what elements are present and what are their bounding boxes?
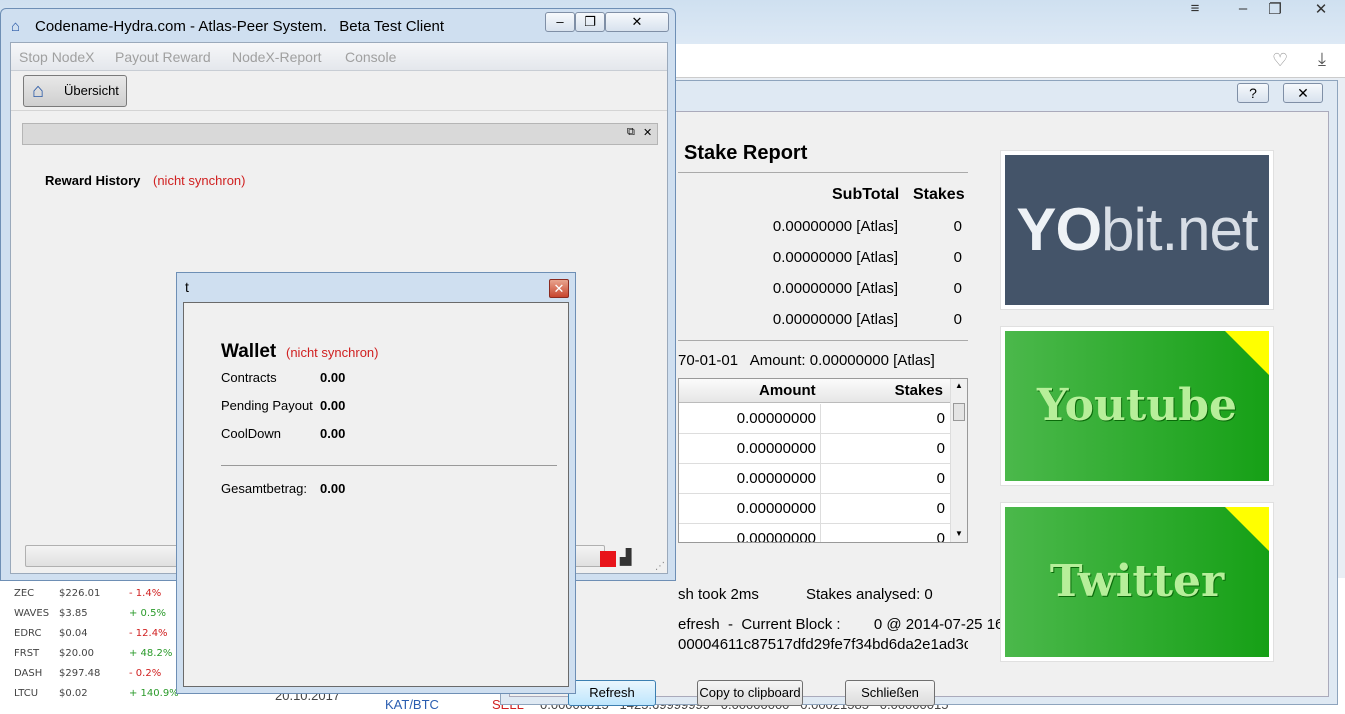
scroll-up-icon[interactable]: ▲: [955, 381, 963, 390]
stake-grid[interactable]: Amount Stakes 0.00000000 0 0.00000000 0 0.…: [678, 378, 968, 543]
ticker-row: FRST $20.00 + 48.2%: [14, 648, 173, 659]
window-title: Codename-Hydra.com - Atlas-Peer System. …: [35, 18, 445, 35]
ticker-row: EDRC $0.04- 12.4%: [14, 628, 168, 639]
maximize-button[interactable]: ❐: [575, 12, 605, 32]
twitter-ad-banner[interactable]: Twitter: [1000, 502, 1274, 662]
download-icon[interactable]: ⤓: [1318, 49, 1326, 70]
dock-close-icon[interactable]: ✕: [643, 126, 652, 139]
pending-payout-value: 0.00: [320, 398, 346, 413]
summary-row: 0.00000000 [Atlas] 0: [772, 249, 962, 266]
grid-scrollbar[interactable]: ▲ ▼: [950, 379, 967, 542]
uebersicht-label: Übersicht: [64, 83, 119, 98]
browser-menu-icon[interactable]: ≡: [1180, 0, 1210, 20]
divider: [678, 340, 968, 341]
toolbar: ⌂ Übersicht: [11, 71, 667, 111]
ticker-row: DASH $297.48- 0.2%: [14, 668, 162, 679]
block-hash: 00004611c87517dfd29fe7f34bd6da2e1ad3d305…: [678, 636, 968, 653]
summary-row: 0.00000000 [Atlas] 0: [772, 280, 962, 297]
minimize-button[interactable]: –: [545, 12, 575, 32]
contracts-label: Contracts: [221, 370, 277, 385]
home-icon: ⌂: [32, 80, 45, 102]
divider: [221, 465, 557, 466]
ticker-row: WAVES $3.85 + 0.5%: [14, 608, 166, 619]
menu-console[interactable]: Console: [345, 49, 396, 65]
amount-column-header[interactable]: Amount: [759, 382, 816, 399]
browser-address-bar[interactable]: [676, 44, 1345, 78]
cooldown-value: 0.00: [320, 426, 346, 441]
ticker-row: LTCU $0.02 + 140.9%: [14, 688, 179, 699]
trade-pair-link[interactable]: KAT/BTC: [385, 697, 439, 712]
subtotal-header: SubTotal: [832, 186, 900, 203]
status-indicator: [600, 551, 616, 567]
menu-nodex-report[interactable]: NodeX-Report: [232, 49, 322, 65]
grid-row[interactable]: 0.00000000 0: [679, 434, 951, 464]
reward-history-label: Reward History: [45, 173, 141, 188]
refresh-button[interactable]: Refresh: [568, 680, 656, 706]
stake-info-line: 70-01-01 Amount: 0.00000000 [Atlas]: [678, 352, 935, 369]
contracts-value: 0.00: [320, 370, 346, 385]
home-app-icon: ⌂: [11, 18, 21, 35]
yobit-ad-banner[interactable]: YObit.net: [1000, 150, 1274, 310]
yellow-corner-icon: [1225, 331, 1269, 375]
menu-stop-nodex[interactable]: Stop NodeX: [19, 49, 95, 65]
resize-grip-icon[interactable]: ⋰: [655, 561, 665, 572]
dock-restore-icon[interactable]: ⧉: [627, 126, 635, 139]
uebersicht-button[interactable]: ⌂ Übersicht: [23, 75, 127, 107]
scroll-down-icon[interactable]: ▼: [955, 529, 963, 538]
wallet-window: t ✕ Wallet (nicht synchron) Contracts 0.…: [176, 272, 576, 694]
cooldown-label: CoolDown: [221, 426, 281, 441]
help-button[interactable]: ?: [1237, 83, 1269, 103]
grid-row[interactable]: 0.00000000 0: [679, 494, 951, 524]
heart-icon[interactable]: ♡: [1272, 50, 1288, 71]
close-button[interactable]: ✕: [605, 12, 669, 32]
scroll-thumb[interactable]: [953, 403, 965, 421]
summary-row: 0.00000000 [Atlas] 0: [772, 218, 962, 235]
stakes-column-header[interactable]: Stakes: [895, 382, 943, 399]
refresh-time: sh took 2ms Stakes analysed: 0: [678, 586, 933, 603]
wallet-status: (nicht synchron): [286, 345, 379, 360]
reward-history-status: (nicht synchron): [153, 173, 246, 188]
stake-close-button[interactable]: ✕: [1283, 83, 1323, 103]
grid-row[interactable]: 0.00000000 0: [679, 524, 951, 542]
copy-to-clipboard-button[interactable]: Copy to clipboard: [697, 680, 803, 706]
total-value: 0.00: [320, 481, 346, 496]
grid-row[interactable]: 0.00000000 0: [679, 404, 951, 434]
yellow-corner-icon: [1225, 507, 1269, 551]
current-block-line: efresh - Current Block : 0 @ 2014-07-25 …: [678, 616, 1046, 633]
schliessen-button[interactable]: Schließen: [845, 680, 935, 706]
summary-row: 0.00000000 [Atlas] 0: [772, 311, 962, 328]
wallet-body: Wallet (nicht synchron) Contracts 0.00 P…: [183, 302, 569, 687]
stake-report-title: Stake Report: [684, 142, 808, 164]
youtube-ad-banner[interactable]: Youtube: [1000, 326, 1274, 486]
pending-payout-label: Pending Payout: [221, 398, 313, 413]
ticker-row: ZEC $226.01- 1.4%: [14, 588, 162, 599]
stakes-header: Stakes: [913, 186, 965, 203]
wallet-heading: Wallet: [221, 341, 277, 362]
divider: [678, 172, 968, 173]
menu-payout-reward[interactable]: Payout Reward: [115, 49, 211, 65]
dock-panel-header: ⧉ ✕: [22, 123, 658, 145]
browser-maximize-button[interactable]: ❐: [1260, 0, 1290, 20]
browser-minimize-button[interactable]: –: [1228, 0, 1258, 20]
total-label: Gesamtbetrag:: [221, 481, 307, 496]
wallet-window-title: t: [185, 279, 189, 295]
grid-row[interactable]: 0.00000000 0: [679, 464, 951, 494]
menu-bar: Stop NodeX Payout Reward NodeX-Report Co…: [11, 43, 667, 71]
yobit-logo: YObit.net: [1005, 155, 1269, 305]
printer-icon[interactable]: ▟: [620, 548, 632, 566]
wallet-close-button[interactable]: ✕: [549, 279, 569, 298]
stakes-analysed: Stakes analysed: 0: [806, 586, 933, 603]
browser-close-button[interactable]: ✕: [1306, 0, 1336, 20]
grid-header: Amount Stakes: [679, 379, 951, 403]
